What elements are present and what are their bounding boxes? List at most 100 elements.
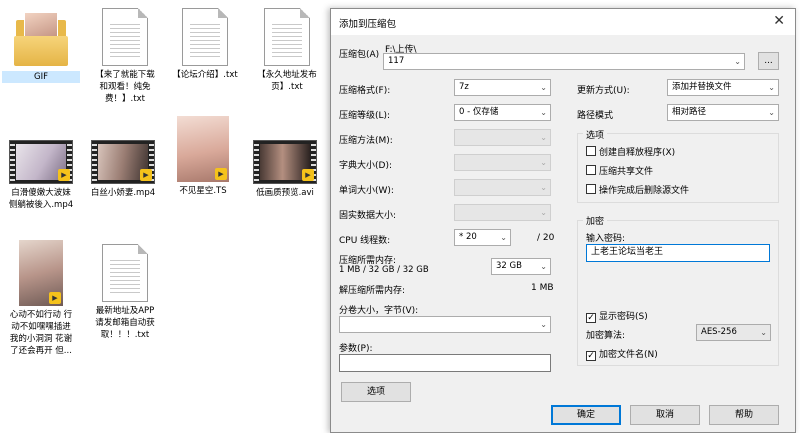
update-mode-select[interactable]: 添加并替换文件 ⌄ bbox=[667, 79, 779, 96]
chevron-down-icon: ⌄ bbox=[540, 183, 547, 192]
video-thumbnail: ▶ bbox=[19, 240, 63, 306]
delete-after-checkbox[interactable]: 操作完成后删除源文件 bbox=[586, 183, 689, 196]
dialog-titlebar: 添加到压缩包 ✕ bbox=[331, 9, 795, 35]
level-select[interactable]: 0 - 仅存储 ⌄ bbox=[454, 104, 551, 121]
check-icon: ✓ bbox=[586, 313, 596, 323]
archive-label: 压缩包(A) bbox=[339, 50, 380, 60]
decomp-label: 解压缩所需内存: bbox=[339, 286, 406, 296]
checkbox-label: 显示密码(S) bbox=[599, 312, 648, 322]
cpu-threads-select[interactable]: * 20 ⌄ bbox=[454, 229, 511, 246]
player-badge-icon: ▶ bbox=[49, 292, 61, 304]
dialog-title: 添加到压缩包 bbox=[339, 19, 397, 30]
text-file-icon bbox=[182, 8, 228, 66]
file-video-1[interactable]: ▶ 白滑傻嫩大波妹 侧躺被後入.mp4 bbox=[2, 140, 80, 211]
dict-label: 字典大小(D): bbox=[339, 161, 392, 171]
video-thumbnail: ▶ bbox=[9, 140, 73, 184]
method-label: 压缩方法(M): bbox=[339, 136, 393, 146]
word-label: 单词大小(W): bbox=[339, 186, 394, 196]
help-button[interactable]: 帮助 bbox=[709, 405, 779, 425]
solid-select: ⌄ bbox=[454, 204, 551, 221]
chevron-down-icon: ⌄ bbox=[540, 158, 547, 167]
show-password-checkbox[interactable]: ✓ 显示密码(S) bbox=[586, 309, 648, 323]
path-value: 相对路径 bbox=[672, 107, 707, 117]
file-video-5[interactable]: ▶ 心动不如行动 行 动不如嘿嘿插进 我的小洞洞 花谢 了还会再开 但... bbox=[2, 240, 80, 357]
update-value: 添加并替换文件 bbox=[672, 82, 732, 92]
cpu-label: CPU 线程数: bbox=[339, 236, 391, 246]
password-input[interactable]: 上老王论坛当老王 bbox=[586, 244, 770, 262]
options-group-title: 选项 bbox=[583, 128, 608, 141]
encryption-method-label: 加密算法: bbox=[586, 331, 626, 341]
file-txt-1[interactable]: 【来了就能下载 和观看！纯免 费！】.txt bbox=[86, 8, 164, 105]
video-thumbnail: ▶ bbox=[91, 140, 155, 184]
file-gif-folder[interactable]: GIF bbox=[2, 10, 80, 83]
method-select: ⌄ bbox=[454, 129, 551, 146]
file-txt-2[interactable]: 【论坛介绍】.txt bbox=[166, 8, 244, 81]
file-label: 心动不如行动 行 动不如嘿嘿插进 我的小洞洞 花谢 了还会再开 但... bbox=[9, 310, 73, 356]
chevron-down-icon: ⌄ bbox=[540, 133, 547, 142]
check-icon: ✓ bbox=[586, 351, 596, 361]
compress-shared-checkbox[interactable]: 压缩共享文件 bbox=[586, 164, 653, 177]
browse-button[interactable]: ... bbox=[758, 52, 779, 70]
level-label: 压缩等级(L): bbox=[339, 111, 391, 121]
file-video-2[interactable]: ▶ 白丝小娇妻.mp4 bbox=[84, 140, 162, 199]
file-label: 最新地址及APP 请发邮箱自动获 取！！！.txt bbox=[95, 306, 155, 340]
memory-select[interactable]: 32 GB ⌄ bbox=[491, 258, 551, 275]
split-size-combo[interactable]: ⌄ bbox=[339, 316, 551, 333]
text-file-icon bbox=[264, 8, 310, 66]
file-label: 白滑傻嫩大波妹 侧躺被後入.mp4 bbox=[8, 188, 74, 210]
solid-label: 固实数据大小: bbox=[339, 211, 397, 221]
mem-detail: 1 MB / 32 GB / 32 GB bbox=[339, 265, 429, 275]
split-label: 分卷大小，字节(V): bbox=[339, 306, 419, 316]
path-mode-select[interactable]: 相对路径 ⌄ bbox=[667, 104, 779, 121]
player-badge-icon: ▶ bbox=[215, 168, 227, 180]
checkbox-box bbox=[586, 184, 596, 194]
chevron-down-icon: ⌄ bbox=[768, 83, 775, 92]
file-video-4[interactable]: ▶ 低画质预览.avi bbox=[246, 140, 324, 199]
enc-method-value: AES-256 bbox=[701, 327, 737, 337]
video-thumbnail: ▶ bbox=[177, 116, 229, 182]
file-video-3[interactable]: ▶ 不见星空.TS bbox=[164, 116, 242, 197]
chevron-down-icon: ⌄ bbox=[760, 328, 767, 337]
mem-value: 32 GB bbox=[496, 261, 522, 271]
archive-name-value: 117 bbox=[388, 56, 405, 66]
checkbox-label: 压缩共享文件 bbox=[599, 167, 654, 177]
video-thumbnail: ▶ bbox=[253, 140, 317, 184]
file-txt-4[interactable]: 最新地址及APP 请发邮箱自动获 取！！！.txt bbox=[86, 244, 164, 341]
create-sfx-checkbox[interactable]: 创建自释放程序(X) bbox=[586, 145, 675, 158]
file-label: GIF bbox=[2, 71, 80, 83]
word-select: ⌄ bbox=[454, 179, 551, 196]
params-input[interactable] bbox=[339, 354, 551, 372]
dict-select: ⌄ bbox=[454, 154, 551, 171]
chevron-down-icon: ⌄ bbox=[734, 57, 741, 66]
cpu-value: * 20 bbox=[459, 232, 477, 242]
close-icon[interactable]: ✕ bbox=[773, 13, 785, 29]
folder-icon bbox=[12, 10, 70, 68]
chevron-down-icon: ⌄ bbox=[500, 233, 507, 242]
level-value: 0 - 仅存储 bbox=[459, 107, 499, 117]
checkbox-label: 操作完成后删除源文件 bbox=[599, 186, 690, 196]
file-label: 【永久地址发布 页】.txt bbox=[257, 70, 317, 92]
file-label: 不见星空.TS bbox=[179, 186, 227, 196]
encrypt-filenames-checkbox[interactable]: ✓ 加密文件名(N) bbox=[586, 347, 658, 361]
format-select[interactable]: 7z ⌄ bbox=[454, 79, 551, 96]
options-button[interactable]: 选项 bbox=[341, 382, 411, 402]
chevron-down-icon: ⌄ bbox=[768, 108, 775, 117]
password-label: 输入密码: bbox=[586, 234, 626, 244]
ok-button[interactable]: 确定 bbox=[551, 405, 621, 425]
file-label: 白丝小娇妻.mp4 bbox=[90, 188, 156, 198]
add-to-archive-dialog: 添加到压缩包 ✕ 压缩包(A) F:\上传\ 117 ⌄ ... 压缩格式(F)… bbox=[330, 8, 796, 433]
encryption-method-select[interactable]: AES-256 ⌄ bbox=[696, 324, 771, 341]
file-label: 【论坛介绍】.txt bbox=[172, 70, 238, 80]
archive-name-combo[interactable]: 117 ⌄ bbox=[383, 53, 745, 70]
file-label: 【来了就能下载 和观看！纯免 费！】.txt bbox=[95, 70, 155, 104]
file-label: 低画质预览.avi bbox=[256, 188, 314, 198]
format-label: 压缩格式(F): bbox=[339, 86, 391, 96]
checkbox-box bbox=[586, 146, 596, 156]
cancel-button[interactable]: 取消 bbox=[630, 405, 700, 425]
params-label: 参数(P): bbox=[339, 344, 373, 354]
file-txt-3[interactable]: 【永久地址发布 页】.txt bbox=[248, 8, 326, 93]
checkbox-label: 加密文件名(N) bbox=[599, 350, 658, 360]
player-badge-icon: ▶ bbox=[302, 169, 314, 181]
update-label: 更新方式(U): bbox=[577, 86, 630, 96]
chevron-down-icon: ⌄ bbox=[540, 208, 547, 217]
